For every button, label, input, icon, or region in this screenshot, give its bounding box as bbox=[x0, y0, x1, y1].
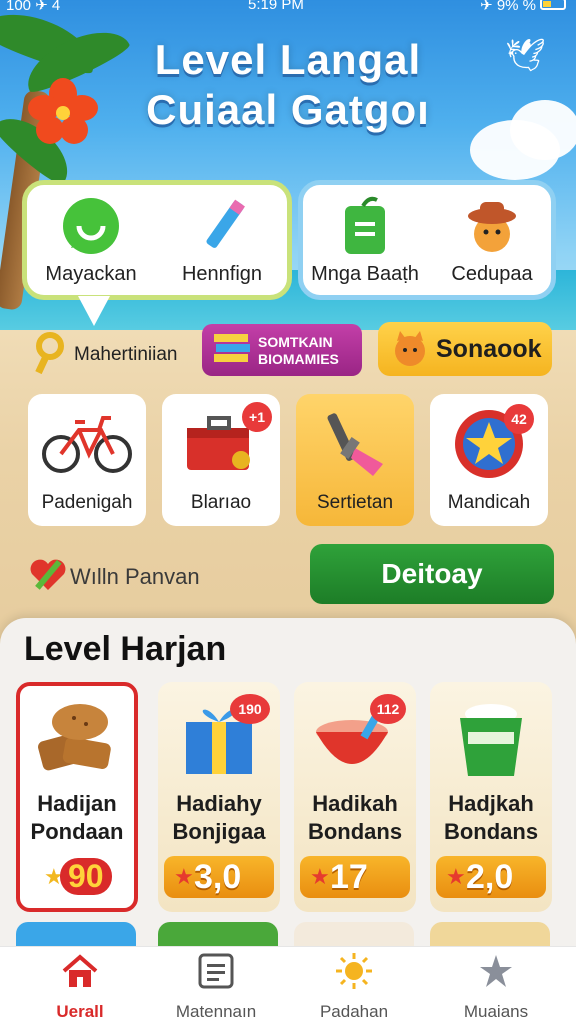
reward-card-hadjkah[interactable]: Hadjkah Bondans ★ 2,0 bbox=[430, 682, 552, 912]
tile-sertietan[interactable]: Sertietan bbox=[296, 394, 414, 526]
quick-action-label: Hennfign bbox=[181, 263, 263, 285]
reward-card-name: Hadikah Bondans bbox=[294, 790, 416, 846]
hibiscus-flower-icon bbox=[28, 78, 98, 144]
nav-label: Muaians bbox=[463, 1002, 529, 1021]
reward-price-value: 17 bbox=[330, 858, 368, 896]
reward-card-name: Hadjkah Bondans bbox=[430, 790, 552, 846]
reward-card-name: Hadiahy Bonjigaa bbox=[158, 790, 280, 846]
reward-card-line2: Bonjigaa bbox=[172, 819, 266, 844]
quick-action-label: Mayackan bbox=[45, 263, 137, 285]
reward-price-value: 2,0 bbox=[466, 858, 514, 896]
panel-title: Level Harjan bbox=[24, 630, 227, 668]
nav-item-muaians[interactable]: Muaians bbox=[424, 953, 568, 1022]
tile-label: Padenigah bbox=[41, 492, 133, 513]
quick-action-label: Mnga Baaṭh bbox=[311, 263, 419, 285]
star-icon: ★ bbox=[174, 864, 194, 889]
star-shuriken-icon bbox=[480, 955, 512, 987]
green-tub-icon bbox=[460, 704, 522, 776]
nav-label: Matennaın bbox=[175, 1002, 257, 1021]
tile-badge: 42 bbox=[504, 404, 534, 434]
wishlist-label: Wılln Panvan bbox=[70, 564, 200, 589]
next-row-card[interactable] bbox=[158, 922, 278, 948]
cat-icon bbox=[395, 331, 425, 366]
reward-price: ★ 90 bbox=[34, 856, 128, 898]
quick-action-hennfign[interactable]: Hennfign bbox=[166, 196, 278, 286]
status-bar: 100 ✈ 4 5:19 PM ✈ 9% % bbox=[0, 0, 576, 16]
reward-card-hadiahy[interactable]: 190 Hadiahy Bonjigaa ★ 3,0 bbox=[158, 682, 280, 912]
books-chip-line2: BIOMAMIES bbox=[258, 351, 339, 367]
list-card-icon bbox=[198, 953, 234, 989]
reward-price: ★ 17 bbox=[300, 856, 410, 898]
pet-chip-label: Sonaook bbox=[436, 335, 542, 363]
books-chip-label: SOMTKAIN BIOMAMIES bbox=[258, 334, 339, 368]
books-chip-line1: SOMTKAIN bbox=[258, 334, 333, 350]
next-row-card[interactable] bbox=[430, 922, 550, 948]
next-row-card[interactable] bbox=[294, 922, 414, 948]
primary-action-button[interactable]: Deitoay bbox=[310, 544, 554, 604]
reward-card-line1: Hadijan bbox=[37, 791, 117, 816]
quick-action-mnga-baath[interactable]: Mnga Baaṭh bbox=[306, 196, 424, 286]
signal-indicator: 100 ✈ 4 bbox=[6, 0, 61, 14]
nav-item-matennain[interactable]: Matennaın bbox=[144, 953, 288, 1022]
bear-hat-icon bbox=[468, 202, 516, 252]
bird-icon[interactable]: 🕊 bbox=[505, 36, 546, 74]
next-row-card[interactable] bbox=[16, 922, 136, 948]
star-icon: ★ bbox=[446, 864, 466, 889]
key-chip[interactable]: Mahertiniian bbox=[30, 330, 190, 378]
reward-card-hadikah[interactable]: 112 Hadikah Bondans ★ 17 bbox=[294, 682, 416, 912]
nav-label: Padahan bbox=[319, 1002, 389, 1021]
quick-action-mayackan[interactable]: Mayackan bbox=[36, 196, 146, 286]
tile-label: Sertietan bbox=[316, 492, 394, 513]
reward-badge: 190 bbox=[230, 694, 270, 724]
tile-label: Blarıao bbox=[190, 492, 252, 513]
cookie-stack-icon bbox=[38, 704, 111, 771]
pet-chip[interactable]: Sonaook bbox=[378, 322, 552, 376]
reward-price: ★ 3,0 bbox=[164, 856, 274, 898]
pencil-icon bbox=[206, 199, 245, 248]
reward-card-line2: Pondaan bbox=[30, 819, 124, 844]
quick-action-label: Cedupaa bbox=[451, 263, 533, 285]
nav-item-uerall[interactable]: Uerall bbox=[8, 953, 152, 1022]
notepad-icon bbox=[345, 196, 385, 254]
reward-card-line1: Hadikah bbox=[312, 791, 398, 816]
star-icon: ★ bbox=[310, 864, 330, 889]
tile-label: Mandicah bbox=[447, 492, 531, 513]
quick-action-cedupaa[interactable]: Cedupaa bbox=[436, 196, 548, 286]
card-pointer bbox=[78, 296, 110, 326]
bicycle-icon bbox=[42, 416, 132, 473]
reward-card-line1: Hadjkah bbox=[448, 791, 534, 816]
tile-blariao[interactable]: +1 Blarıao bbox=[162, 394, 280, 526]
books-chip[interactable]: SOMTKAIN BIOMAMIES bbox=[202, 324, 362, 376]
reward-card-line1: Hadiahy bbox=[176, 791, 262, 816]
nav-label: Uerall bbox=[56, 1002, 104, 1021]
key-icon bbox=[35, 332, 64, 375]
tile-badge: +1 bbox=[242, 402, 272, 432]
tile-padenigah[interactable]: Padenigah bbox=[28, 394, 146, 526]
house-icon bbox=[62, 954, 98, 987]
sun-icon bbox=[336, 953, 372, 989]
page-title: Level Langal bbox=[154, 36, 422, 83]
reward-card-name: Hadijan Pondaan bbox=[20, 790, 134, 846]
books-icon bbox=[214, 334, 250, 362]
app-screen: 100 ✈ 4 5:19 PM ✈ 9% % Level Langal Cuia… bbox=[0, 0, 576, 1024]
chat-bubble-icon bbox=[63, 198, 119, 254]
reward-card-line2: Bondans bbox=[443, 819, 539, 844]
reward-price-value: 3,0 bbox=[194, 858, 242, 896]
clock: 5:19 PM bbox=[248, 0, 304, 13]
tile-mandicah[interactable]: 42 Mandicah bbox=[430, 394, 548, 526]
nav-item-padahan[interactable]: Padahan bbox=[282, 953, 426, 1022]
reward-card-hadijan[interactable]: Hadijan Pondaan ★ 90 bbox=[16, 682, 138, 912]
heart-icon bbox=[30, 559, 66, 590]
battery-icon bbox=[540, 0, 566, 10]
reward-price: ★ 2,0 bbox=[436, 856, 546, 898]
tools-icon bbox=[327, 413, 383, 476]
bottom-nav: Uerall Matennaın Padahan Muaians bbox=[0, 946, 576, 1024]
battery-percent: ✈ 9% % bbox=[480, 0, 536, 14]
reward-card-line2: Bondans bbox=[307, 819, 403, 844]
reward-badge: 112 bbox=[370, 694, 406, 724]
key-chip-label: Mahertiniian bbox=[74, 344, 178, 365]
wishlist-link[interactable]: Wılln Panvan bbox=[28, 552, 288, 596]
reward-price-value: 90 bbox=[60, 858, 112, 895]
